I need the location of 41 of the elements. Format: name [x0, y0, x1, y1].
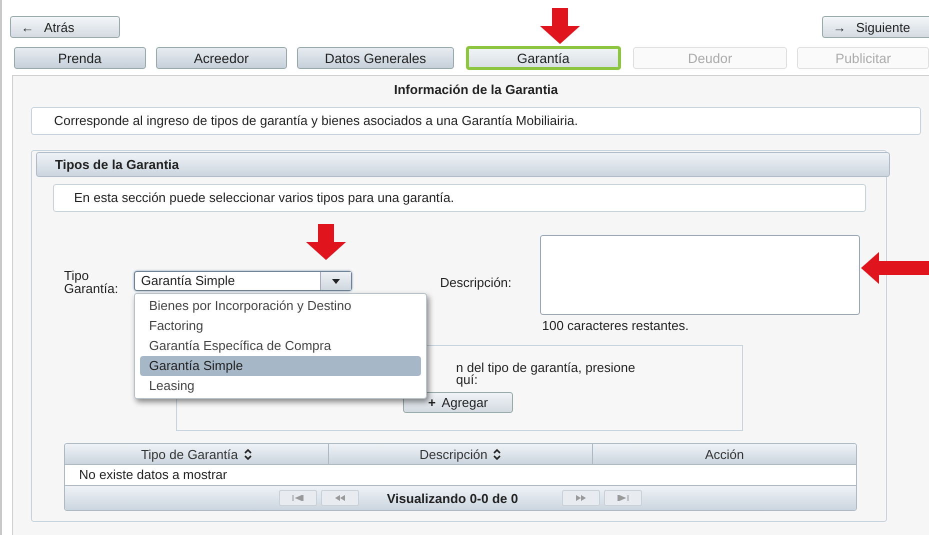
column-header[interactable]: Acción — [593, 444, 856, 464]
sort-icon — [244, 448, 252, 460]
dropdown-option[interactable]: Garantía Simple — [140, 356, 421, 376]
next-page-button[interactable] — [562, 490, 600, 506]
down-arrow-icon — [540, 8, 580, 44]
column-header[interactable]: Tipo de Garantía — [65, 444, 329, 464]
instruction-text: quí: — [456, 374, 478, 386]
type-select[interactable]: Garantía Simple — [134, 271, 352, 291]
column-header[interactable]: Descripción — [329, 444, 593, 464]
caret-icon — [332, 278, 340, 284]
tab[interactable]: Datos Generales — [297, 47, 454, 69]
instruction-text: n del tipo de garantía, presione — [456, 362, 636, 374]
fast-forward-icon — [575, 495, 588, 501]
character-counter: 100 caracteres restantes. — [541, 318, 690, 333]
sort-icon — [493, 448, 502, 460]
tab[interactable]: Prenda — [14, 47, 146, 69]
empty-message: No existe datos a mostrar — [65, 465, 856, 486]
description-field[interactable] — [540, 235, 860, 315]
first-page-icon — [292, 495, 304, 501]
field-label: Descripción: — [440, 275, 513, 290]
field-label: Tipo Garantía: — [64, 269, 120, 295]
pager-text: Visualizando 0-0 de 0 — [386, 490, 518, 506]
dropdown-option[interactable]: Factoring — [140, 316, 421, 336]
down-arrow-icon — [306, 224, 346, 260]
last-page-icon — [617, 495, 630, 501]
first-page-button[interactable] — [278, 490, 317, 506]
add-button[interactable]: + Agregar — [403, 392, 513, 413]
info-message: En esta sección puede seleccionar varios tipos para una garantía. — [53, 184, 866, 212]
dropdown-option[interactable]: Bienes por Incorporación y Destino — [140, 296, 421, 316]
tab[interactable]: Acreedor — [156, 47, 288, 69]
dropdown-option[interactable]: Garantía Específica de Compra — [140, 336, 421, 356]
next-button[interactable]: → Siguiente — [822, 16, 929, 38]
info-message: Corresponde al ingreso de tipos de garantía y bienes asociados a una Garantía Mobiliairia. — [31, 107, 921, 135]
left-arrow-icon — [861, 252, 929, 284]
rewind-icon — [334, 495, 346, 501]
previous-page-button[interactable] — [320, 490, 359, 506]
last-page-button[interactable] — [604, 490, 642, 506]
back-button[interactable]: ← Atrás — [10, 16, 120, 38]
panel-title: Información de la Garantia — [393, 82, 559, 98]
tab[interactable]: Garantía — [466, 46, 621, 70]
section-title: Tipos de la Garantia — [36, 152, 890, 177]
